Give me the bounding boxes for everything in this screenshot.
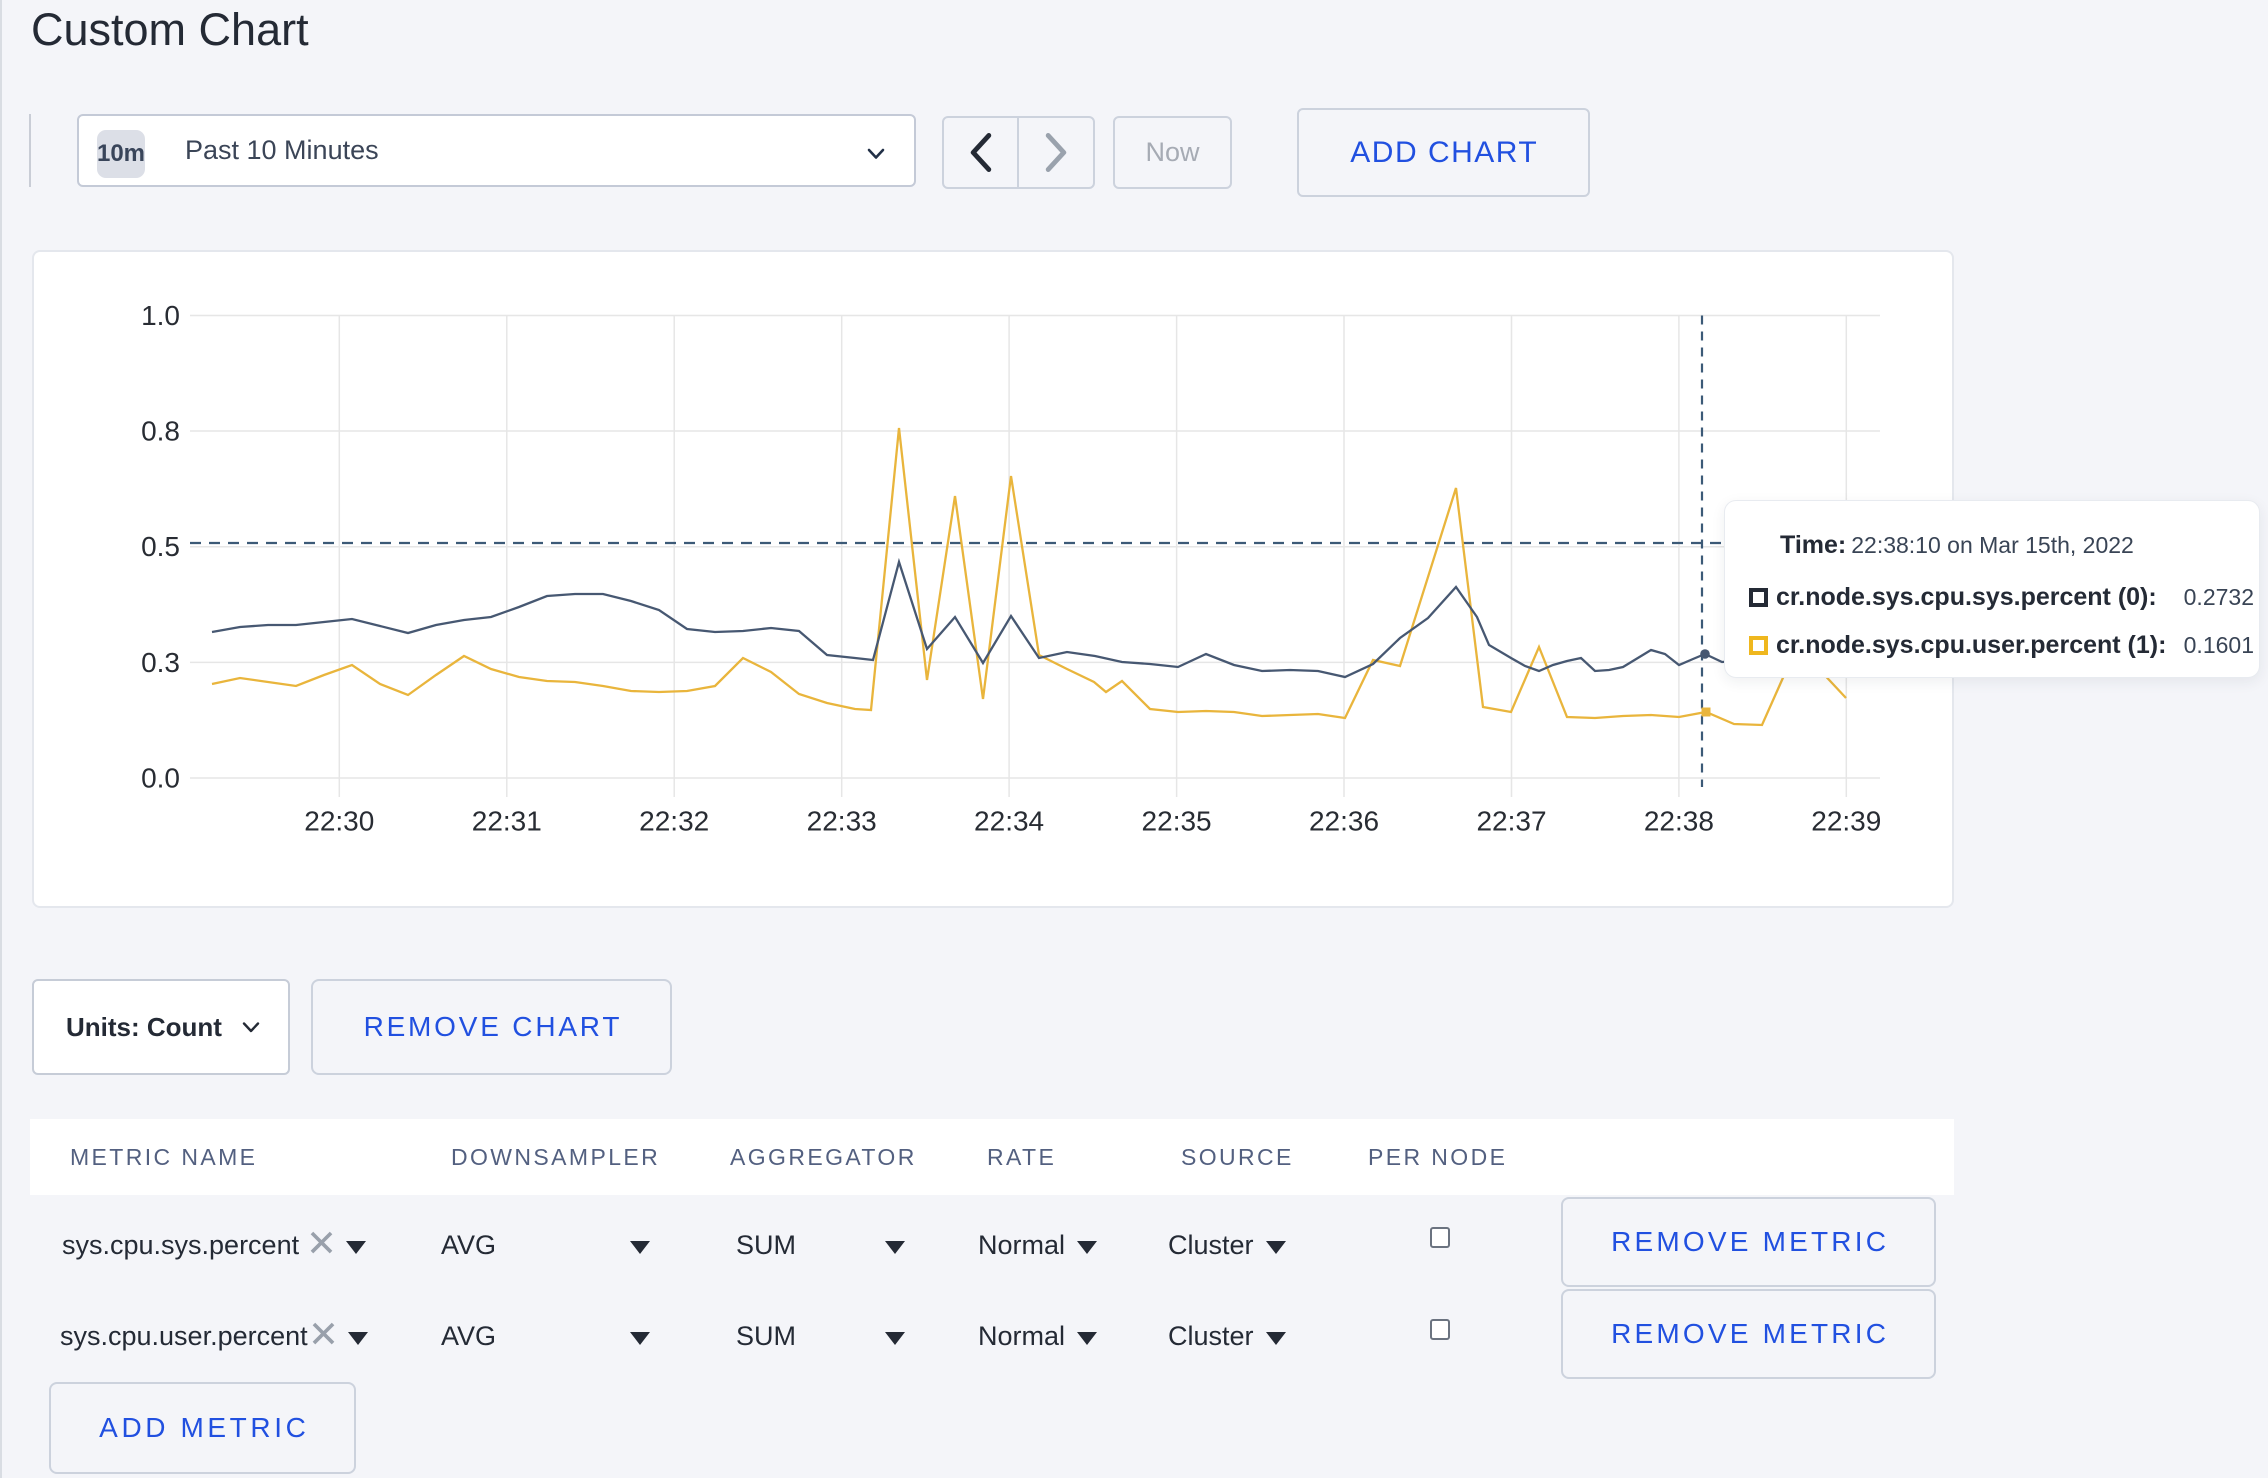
svg-text:0.3: 0.3 xyxy=(141,647,180,678)
svg-text:22:38: 22:38 xyxy=(1644,806,1714,837)
svg-text:22:32: 22:32 xyxy=(639,806,709,837)
svg-text:0.5: 0.5 xyxy=(141,531,180,562)
svg-text:0.0: 0.0 xyxy=(141,763,180,794)
svg-text:22:31: 22:31 xyxy=(472,806,542,837)
svg-text:22:30: 22:30 xyxy=(304,806,374,837)
svg-text:22:35: 22:35 xyxy=(1142,806,1212,837)
svg-text:22:37: 22:37 xyxy=(1476,806,1546,837)
svg-text:22:36: 22:36 xyxy=(1309,806,1379,837)
svg-text:0.8: 0.8 xyxy=(141,416,180,447)
svg-text:1.0: 1.0 xyxy=(141,300,180,331)
svg-text:22:34: 22:34 xyxy=(974,806,1044,837)
svg-text:22:39: 22:39 xyxy=(1811,806,1881,837)
svg-text:22:33: 22:33 xyxy=(807,806,877,837)
